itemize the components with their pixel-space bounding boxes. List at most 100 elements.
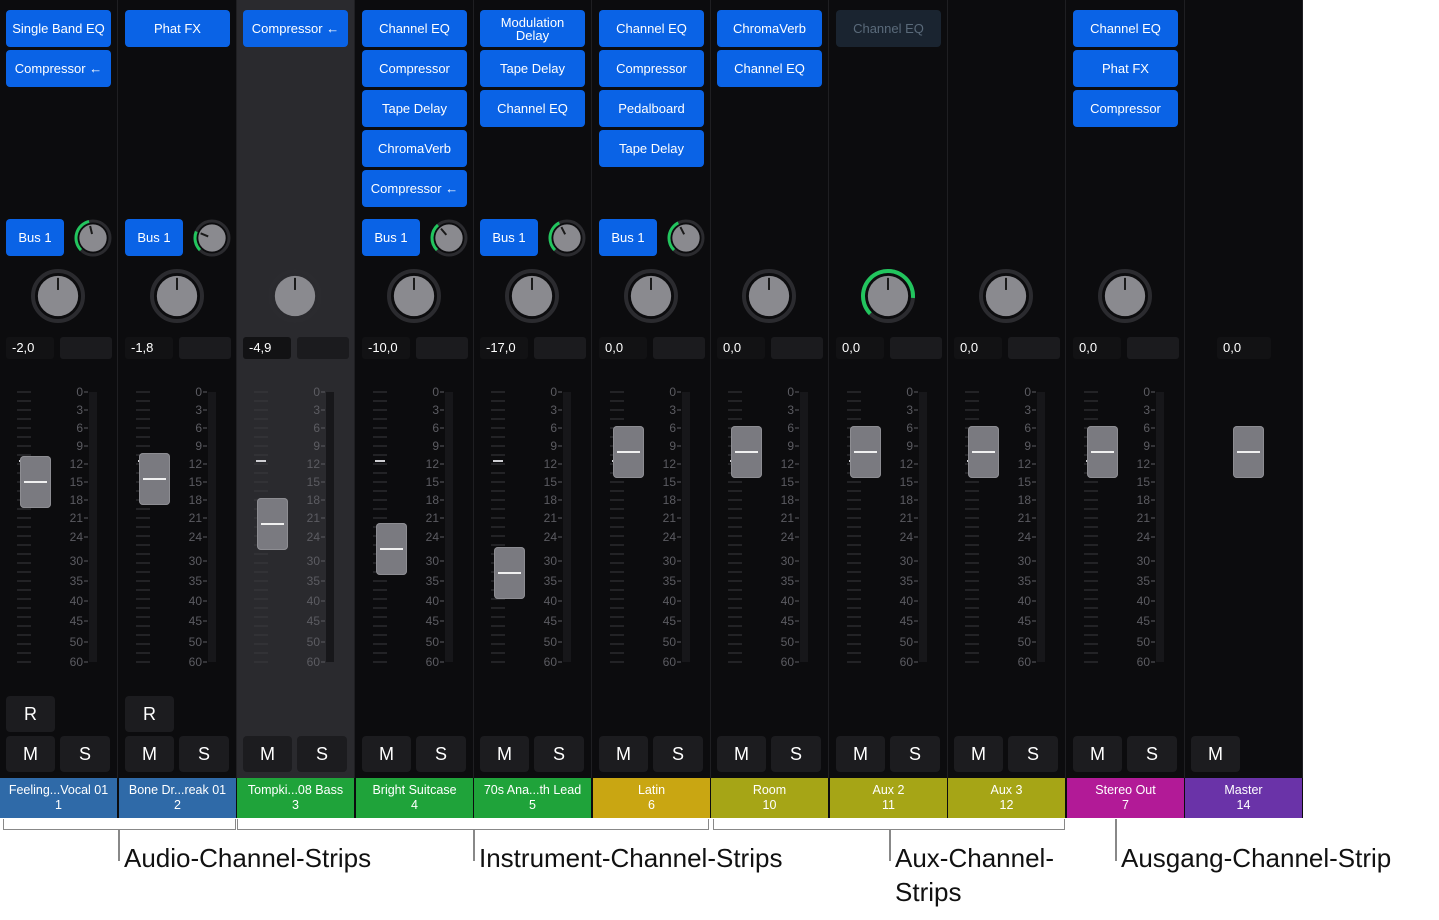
record-enable-button[interactable]: R	[6, 696, 55, 732]
send-level-knob[interactable]	[193, 219, 231, 257]
send-bus-button[interactable]: Bus 1	[362, 219, 420, 256]
solo-button[interactable]: S	[60, 736, 110, 772]
channel-strip[interactable]: Phat FX Bus 1 -1,8 0 3 6 9 12 15 18 21 24 30 35 40 45 50…	[119, 0, 237, 778]
channel-strip[interactable]: Compressor ← -4,9 0 3 6 9 12 15 18 21 24 30 35 40 45 50…	[237, 0, 355, 778]
solo-button[interactable]: S	[1127, 736, 1177, 772]
volume-fader[interactable]	[376, 523, 407, 575]
pan-knob[interactable]	[741, 268, 797, 324]
plugin-slot[interactable]: Compressor	[362, 50, 467, 87]
plugin-slot[interactable]: Compressor ←	[243, 10, 348, 47]
pan-knob[interactable]	[1097, 268, 1153, 324]
solo-button[interactable]: S	[771, 736, 821, 772]
channel-name-label[interactable]: Aux 3 12	[948, 778, 1065, 818]
plugin-slot[interactable]: Channel EQ	[599, 10, 704, 47]
mute-button[interactable]: M	[480, 736, 529, 772]
channel-strip[interactable]: ChromaVerb Channel EQ 0,0 0 3 6 9 12 15 18 21 24 30 3…	[711, 0, 829, 778]
volume-fader[interactable]	[1087, 426, 1118, 478]
channel-name-label[interactable]: Feeling...Vocal 01 1	[0, 778, 117, 818]
plugin-slot[interactable]: Channel EQ	[836, 10, 941, 47]
send-level-knob[interactable]	[548, 219, 586, 257]
plugin-slot[interactable]: Compressor ←	[6, 50, 111, 87]
send-bus-button[interactable]: Bus 1	[125, 219, 183, 256]
send-level-knob[interactable]	[74, 219, 112, 257]
plugin-slot[interactable]: Compressor ←	[362, 170, 467, 207]
scale-label: 50	[663, 635, 677, 649]
plugin-slot[interactable]: Tape Delay	[362, 90, 467, 127]
channel-name-label[interactable]: Bone Dr...reak 01 2	[119, 778, 236, 818]
volume-fader[interactable]	[257, 498, 288, 550]
channel-strip[interactable]: Channel EQ Compressor Pedalboard Tape Delay…	[593, 0, 711, 778]
pan-knob[interactable]	[267, 268, 323, 324]
solo-button[interactable]: S	[416, 736, 466, 772]
mute-button[interactable]: M	[954, 736, 1003, 772]
mute-button[interactable]: M	[1073, 736, 1122, 772]
plugin-slot[interactable]: Pedalboard	[599, 90, 704, 127]
plugin-slot[interactable]: Channel EQ	[717, 50, 822, 87]
plugin-slot[interactable]: Channel EQ	[1073, 10, 1178, 47]
solo-button[interactable]: S	[297, 736, 347, 772]
pan-knob[interactable]	[860, 268, 916, 324]
volume-fader[interactable]	[494, 547, 525, 599]
channel-name-label[interactable]: Room 10	[711, 778, 828, 818]
pan-knob[interactable]	[149, 268, 205, 324]
volume-fader[interactable]	[850, 426, 881, 478]
pan-knob[interactable]	[386, 268, 442, 324]
solo-button[interactable]: S	[179, 736, 229, 772]
mute-button[interactable]: M	[1191, 736, 1240, 772]
plugin-slot[interactable]: Channel EQ	[362, 10, 467, 47]
plugin-slot[interactable]: ChromaVerb	[362, 130, 467, 167]
channel-strip[interactable]: Channel EQ Compressor Tape Delay ChromaVerb…	[356, 0, 474, 778]
plugin-slot[interactable]: Phat FX	[1073, 50, 1178, 87]
mute-button[interactable]: M	[836, 736, 885, 772]
volume-fader[interactable]	[20, 456, 51, 508]
mute-button[interactable]: M	[717, 736, 766, 772]
volume-fader[interactable]	[731, 426, 762, 478]
pan-knob[interactable]	[30, 268, 86, 324]
volume-fader[interactable]	[613, 426, 644, 478]
channel-strip[interactable]: Channel EQ Phat FX Compressor 0,0 0 3 6 9 12 15 18…	[1067, 0, 1185, 778]
channel-name-label[interactable]: Bright Suitcase 4	[356, 778, 473, 818]
pan-knob[interactable]	[504, 268, 560, 324]
volume-fader[interactable]	[139, 453, 170, 505]
channel-strip[interactable]: 0,0 M	[1185, 0, 1303, 778]
scale-label: 50	[70, 635, 84, 649]
channel-name-label[interactable]: 70s Ana...th Lead 5	[474, 778, 591, 818]
pan-knob[interactable]	[978, 268, 1034, 324]
plugin-slot[interactable]: Tape Delay	[599, 130, 704, 167]
channel-strip[interactable]: Modulation Delay Tape Delay Channel EQ Bus …	[474, 0, 592, 778]
mute-button[interactable]: M	[362, 736, 411, 772]
solo-button[interactable]: S	[534, 736, 584, 772]
plugin-slot[interactable]: Compressor	[599, 50, 704, 87]
send-level-knob[interactable]	[667, 219, 705, 257]
mute-button[interactable]: M	[599, 736, 648, 772]
mute-button[interactable]: M	[6, 736, 55, 772]
channel-name-label[interactable]: Stereo Out 7	[1067, 778, 1184, 818]
channel-name-label[interactable]: Aux 2 11	[830, 778, 947, 818]
plugin-slot[interactable]: Modulation Delay	[480, 10, 585, 47]
channel-name-label[interactable]: Latin 6	[593, 778, 710, 818]
send-bus-button[interactable]: Bus 1	[599, 219, 657, 256]
plugin-slot[interactable]: Compressor	[1073, 90, 1178, 127]
channel-name-label[interactable]: Master 14	[1185, 778, 1302, 818]
plugin-slot[interactable]: Single Band EQ	[6, 10, 111, 47]
channel-strip[interactable]: 0,0 0 3 6 9 12 15 18 21 24 30 35 40 45 50 60 M S	[948, 0, 1066, 778]
send-bus-button[interactable]: Bus 1	[6, 219, 64, 256]
channel-name-label[interactable]: Tompki...08 Bass 3	[237, 778, 354, 818]
solo-button[interactable]: S	[653, 736, 703, 772]
channel-strip[interactable]: Single Band EQ Compressor ← Bus 1 -2,0 0 3 6 9 1…	[0, 0, 118, 778]
record-enable-button[interactable]: R	[125, 696, 174, 732]
volume-fader[interactable]	[1233, 426, 1264, 478]
plugin-slot[interactable]: Channel EQ	[480, 90, 585, 127]
plugin-slot[interactable]: Phat FX	[125, 10, 230, 47]
solo-button[interactable]: S	[890, 736, 940, 772]
mute-button[interactable]: M	[125, 736, 174, 772]
volume-fader[interactable]	[968, 426, 999, 478]
mute-button[interactable]: M	[243, 736, 292, 772]
send-level-knob[interactable]	[430, 219, 468, 257]
send-bus-button[interactable]: Bus 1	[480, 219, 538, 256]
pan-knob[interactable]	[623, 268, 679, 324]
channel-strip[interactable]: Channel EQ 0,0 0 3 6 9 12 15 18 21 24 30 35 40 45 50 60 M…	[830, 0, 948, 778]
plugin-slot[interactable]: ChromaVerb	[717, 10, 822, 47]
plugin-slot[interactable]: Tape Delay	[480, 50, 585, 87]
solo-button[interactable]: S	[1008, 736, 1058, 772]
